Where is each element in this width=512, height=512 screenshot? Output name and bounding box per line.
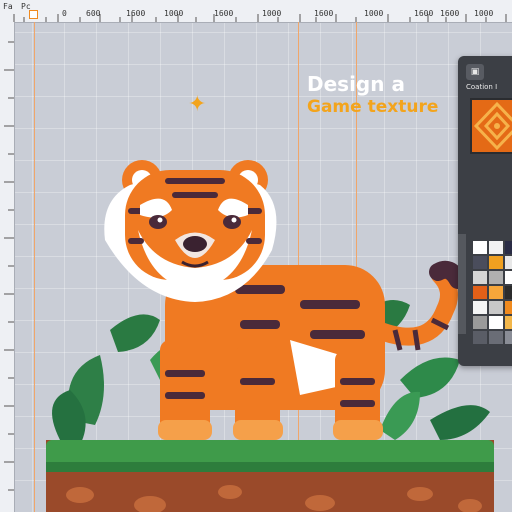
texture-preview[interactable]: [470, 98, 512, 154]
color-swatch[interactable]: [489, 286, 503, 299]
panel-title: Coation I: [466, 83, 498, 91]
color-swatch[interactable]: [505, 286, 512, 299]
color-swatch[interactable]: [489, 256, 503, 269]
app-window: Fa Pc 0 600 1600 1000 1600 1000 1600 100…: [0, 0, 512, 512]
color-swatch[interactable]: [489, 241, 503, 254]
color-swatch[interactable]: [489, 331, 503, 344]
color-swatch[interactable]: [489, 271, 503, 284]
tiger-scene[interactable]: [0, 0, 512, 512]
color-swatch[interactable]: [473, 301, 487, 314]
image-icon[interactable]: ▣: [466, 64, 484, 80]
color-swatch[interactable]: [505, 301, 512, 314]
panel-scrollbar[interactable]: [458, 234, 466, 334]
color-swatch[interactable]: [505, 271, 512, 284]
texture-pattern-icon: [473, 101, 512, 151]
color-swatch[interactable]: [505, 256, 512, 269]
color-swatch[interactable]: [473, 241, 487, 254]
color-swatch[interactable]: [505, 316, 512, 329]
color-swatch-grid: [473, 241, 512, 344]
color-swatch[interactable]: [489, 301, 503, 314]
color-swatch[interactable]: [473, 316, 487, 329]
color-swatch[interactable]: [489, 316, 503, 329]
color-swatch[interactable]: [473, 271, 487, 284]
color-swatch[interactable]: [473, 256, 487, 269]
texture-panel[interactable]: ▣ Coation I: [458, 56, 512, 366]
color-swatch[interactable]: [505, 241, 512, 254]
color-swatch[interactable]: [505, 331, 512, 344]
color-swatch[interactable]: [473, 286, 487, 299]
color-swatch[interactable]: [473, 331, 487, 344]
